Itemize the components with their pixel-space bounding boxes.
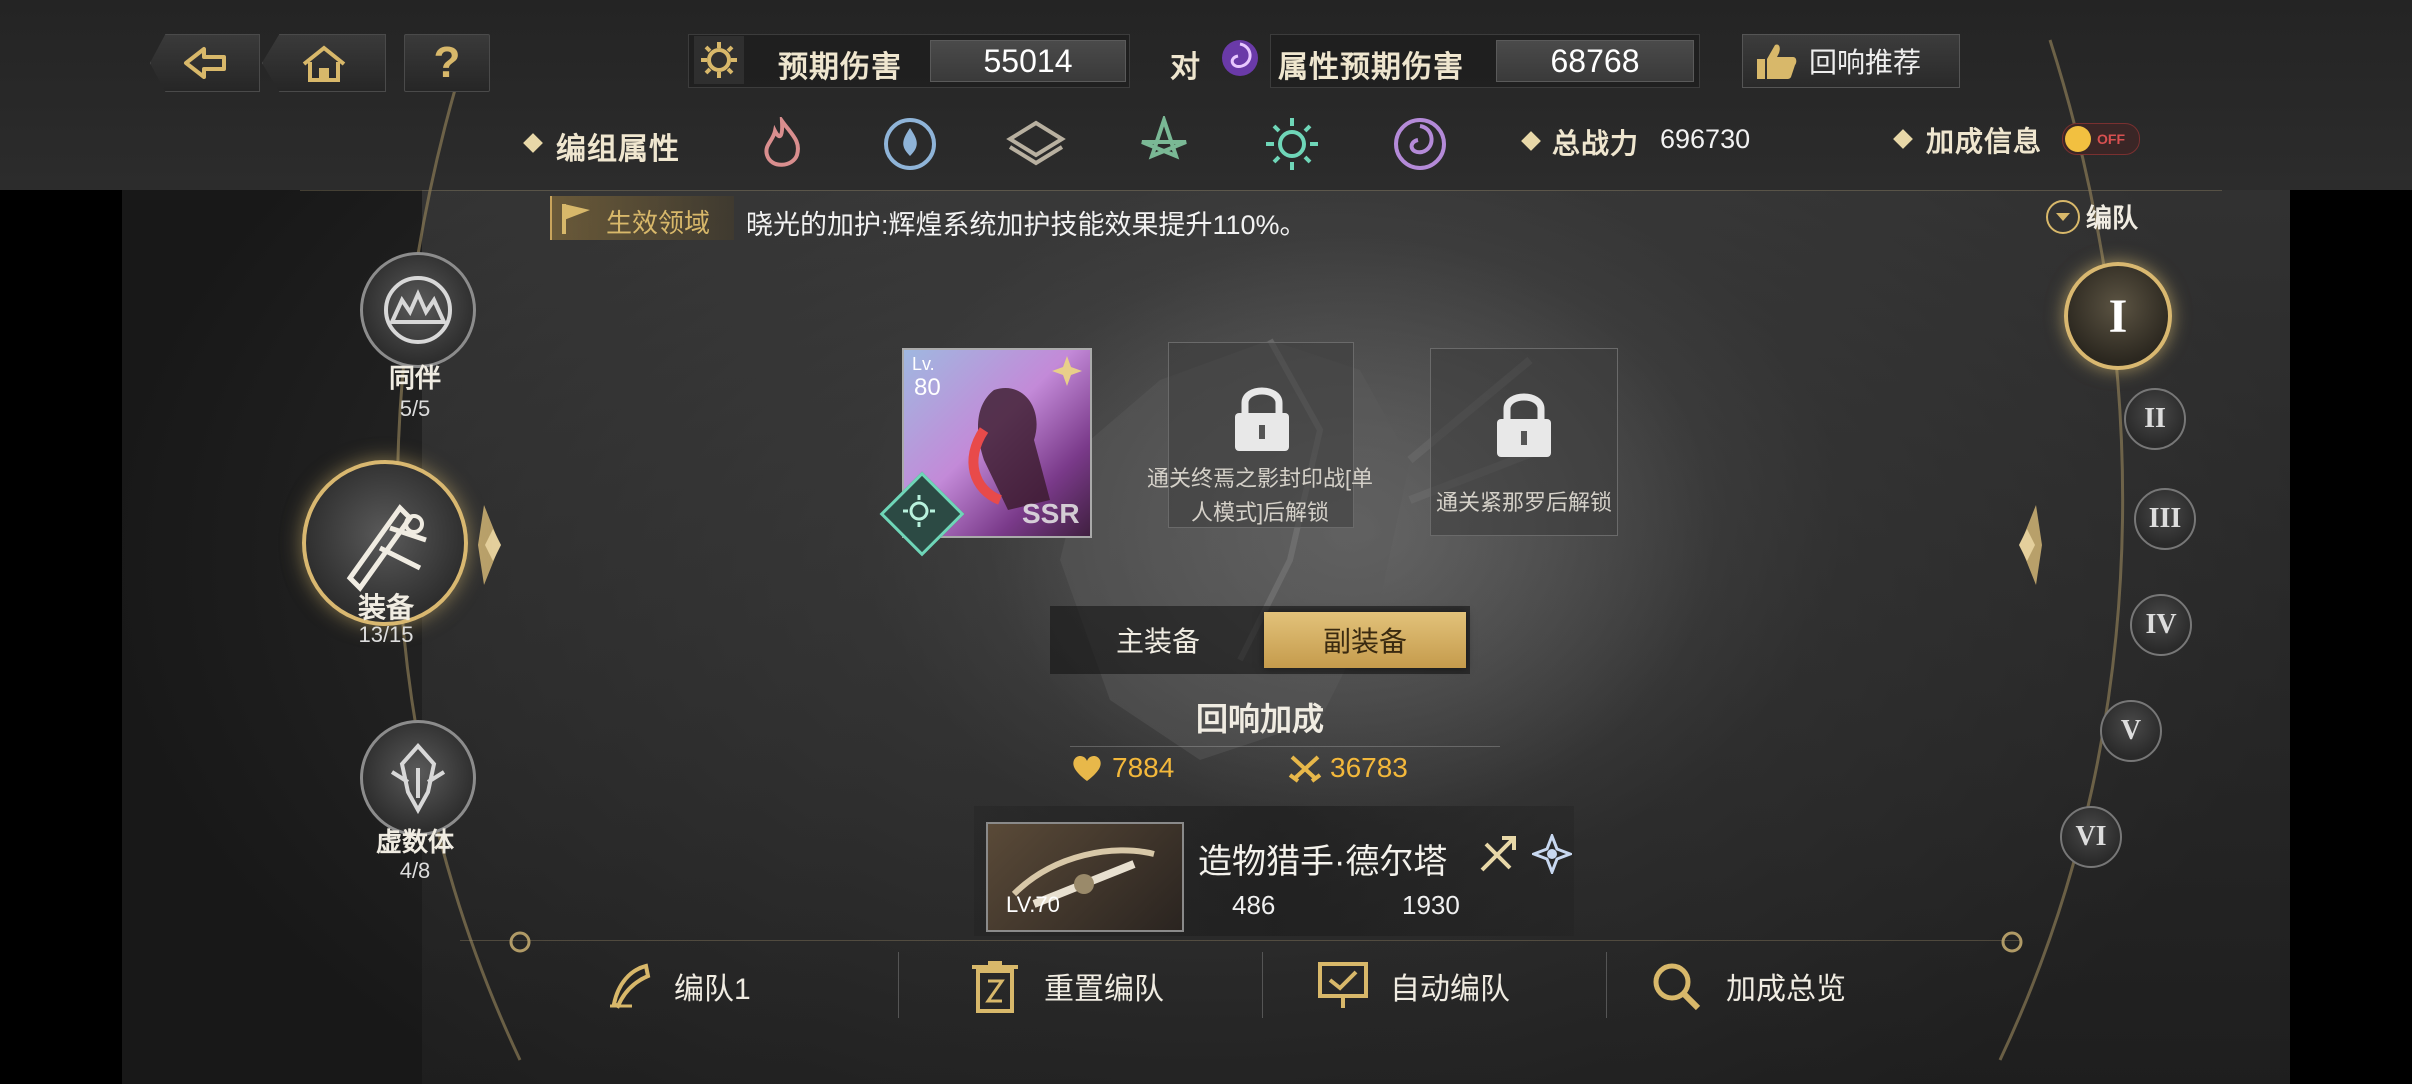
formation-dropdown-label: 编队 xyxy=(2086,203,2139,233)
divider xyxy=(1606,952,1607,1018)
lock-icon xyxy=(1497,393,1551,457)
wind-element-icon[interactable] xyxy=(1134,114,1194,174)
imaginary-icon xyxy=(390,742,446,815)
heart-icon xyxy=(1073,755,1101,781)
card-level-label: Lv. xyxy=(912,354,935,374)
star-rank-icon xyxy=(1050,354,1084,388)
weapon-stat-2: 1930 xyxy=(1402,890,1460,920)
side-tab-equipment-label: 装备 xyxy=(357,592,414,623)
flag-icon xyxy=(562,204,590,234)
bonus-info-toggle[interactable]: OFF xyxy=(2062,123,2140,155)
expected-damage-label: 预期伤害 xyxy=(778,51,902,84)
tab-main-equipment[interactable]: 主装备 xyxy=(1058,612,1258,668)
reset-team-label: 重置编队 xyxy=(1044,973,1164,1006)
locked-slot-1-hint: 通关终焉之影封印战[单人模式]后解锁 xyxy=(1146,466,1374,525)
echo-atk: 36783 xyxy=(1288,752,1408,784)
total-power-value: 696730 xyxy=(1660,124,1751,154)
back-button[interactable] xyxy=(150,34,260,92)
weapon-level: LV.70 xyxy=(1006,892,1060,917)
weapon-type-icon xyxy=(1476,832,1520,876)
toggle-knob xyxy=(2065,126,2091,152)
side-tab-imaginary-label: 虚数体 xyxy=(375,827,454,857)
equipment-icon xyxy=(346,504,427,592)
team-2-button[interactable]: II xyxy=(2124,388,2186,450)
echo-recommend-button[interactable]: 回响推荐 xyxy=(1742,34,1960,88)
expected-damage-value: 55014 xyxy=(930,40,1126,82)
team-5-button[interactable]: V xyxy=(2100,700,2162,762)
vs-label: 对 xyxy=(1170,51,1201,84)
gear-icon xyxy=(701,42,737,78)
team-rename-button[interactable]: 编队1 xyxy=(606,956,751,1016)
weapon-stat-1: 486 xyxy=(1232,890,1276,920)
domain-tag-label: 生效领域 xyxy=(606,208,711,238)
question-icon: ? xyxy=(433,38,461,87)
lock-icon xyxy=(1235,387,1289,451)
crossed-swords-icon xyxy=(1288,755,1322,783)
side-tab-imaginary-count: 4/8 xyxy=(399,858,431,883)
fire-element-icon[interactable] xyxy=(752,114,812,174)
card-rarity: SSR xyxy=(1022,498,1080,529)
auto-formation-icon xyxy=(1318,962,1368,1008)
weapon-rank-icon xyxy=(1529,831,1575,877)
bonus-overview-label: 加成总览 xyxy=(1726,973,1846,1006)
divider xyxy=(460,940,2020,941)
help-button[interactable]: ? xyxy=(404,34,490,92)
formation-dropdown[interactable]: 编队 xyxy=(2046,198,2138,235)
bonus-info-label: 加成信息 xyxy=(1926,126,2043,157)
trash-icon xyxy=(972,961,1018,1013)
light-element-icon xyxy=(903,495,935,527)
back-arrow-icon xyxy=(184,47,226,79)
card-level-value: 80 xyxy=(914,374,941,401)
bonus-overview-button[interactable]: 加成总览 xyxy=(1650,956,1846,1016)
attr-expected-damage-label: 属性预期伤害 xyxy=(1278,51,1464,84)
damage-settings-button[interactable] xyxy=(694,36,744,84)
tab-sub-equipment[interactable]: 副装备 xyxy=(1264,612,1466,668)
search-icon xyxy=(1653,963,1701,1011)
attr-expected-damage-value: 68768 xyxy=(1496,40,1694,82)
auto-team-button[interactable]: 自动编队 xyxy=(1316,956,1510,1016)
team-4-button[interactable]: IV xyxy=(2130,594,2192,656)
echo-atk-value: 36783 xyxy=(1330,752,1408,783)
auto-team-label: 自动编队 xyxy=(1390,973,1510,1006)
weapon-name: 造物猎手·德尔塔 xyxy=(1198,843,1448,881)
ice-element-icon[interactable] xyxy=(880,114,940,174)
home-button[interactable] xyxy=(262,34,386,92)
quill-icon xyxy=(610,963,651,1009)
team-1-button[interactable]: I xyxy=(2064,262,2172,370)
side-tab-companion[interactable] xyxy=(360,252,476,368)
total-power-label: 总战力 xyxy=(1552,128,1640,159)
companion-icon xyxy=(384,276,452,344)
chevron-down-icon xyxy=(2046,199,2080,234)
echo-hp-value: 7884 xyxy=(1112,752,1175,783)
side-tab-equipment-count: 13/15 xyxy=(358,622,414,647)
home-icon xyxy=(302,45,346,82)
reset-team-button[interactable]: 重置编队 xyxy=(970,956,1164,1016)
echo-recommend-label: 回响推荐 xyxy=(1809,47,1922,78)
weapon-thumbnail[interactable]: LV.70 xyxy=(986,822,1184,932)
divider xyxy=(1070,746,1500,747)
team-attr-label: 编组属性 xyxy=(556,133,680,166)
toggle-state: OFF xyxy=(2097,131,2125,147)
side-tab-companion-label: 同伴 xyxy=(388,363,441,393)
domain-tag: 生效领域 xyxy=(550,196,734,240)
side-tab-imaginary[interactable] xyxy=(360,720,476,836)
locked-slot-2-hint: 通关紧那罗后解锁 xyxy=(1435,490,1612,515)
echo-hp: 7884 xyxy=(1070,752,1174,784)
light-element-icon[interactable] xyxy=(1262,114,1322,174)
thumbs-up-icon xyxy=(1757,44,1797,79)
team-name: 编队1 xyxy=(674,973,751,1006)
side-tab-companion-count: 5/5 xyxy=(399,396,431,421)
divider xyxy=(898,952,899,1018)
domain-text: 晓光的加护:辉煌系统加护技能效果提升110%。 xyxy=(746,210,1307,240)
dark-element-icon xyxy=(1218,36,1262,80)
divider xyxy=(1262,952,1263,1018)
physical-element-icon[interactable] xyxy=(1006,114,1066,174)
echo-bonus-title: 回响加成 xyxy=(1195,701,1324,737)
team-3-button[interactable]: III xyxy=(2134,488,2196,550)
dark-element-filter-icon[interactable] xyxy=(1390,114,1450,174)
locked-slot-2[interactable]: 通关紧那罗后解锁 xyxy=(1430,348,1618,536)
team-6-button[interactable]: VI xyxy=(2060,806,2122,868)
